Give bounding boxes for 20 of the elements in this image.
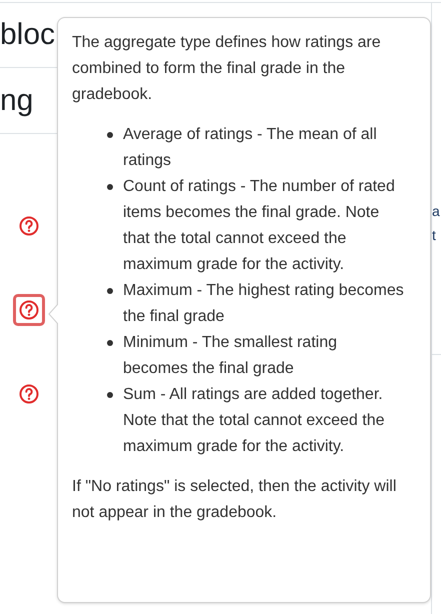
bullet-icon (107, 392, 113, 398)
popover-intro: The aggregate type defines how ratings are combined to form the final grade in the gradebook. (72, 33, 382, 105)
help-icon (18, 300, 38, 320)
bullet-icon (107, 184, 113, 190)
field-label: t (432, 226, 437, 245)
bullet-icon (107, 340, 113, 346)
section-heading: ng (0, 86, 34, 116)
page-heading: bloc (0, 20, 56, 50)
help-icon (18, 216, 38, 236)
bullet-icon (107, 288, 113, 294)
list-item-text: Average of ratings - The mean of all ratings (123, 126, 377, 169)
list-item-text: Minimum - The smallest rating becomes the final grade (123, 334, 337, 377)
list-item-text: Maximum - The highest rating becomes the final grade (123, 282, 404, 325)
list-item-text: Count of ratings - The number of rated items becomes the final grade. Note that the total cannot exceed the maximum grade for the activity. (123, 178, 395, 273)
list-item-text: Sum - All ratings are added together. Note that the total cannot exceed the maximum grade for the activity. (123, 386, 385, 455)
help-icon (18, 384, 38, 404)
field-label: a (432, 202, 441, 221)
bullet-icon (107, 132, 113, 138)
popover-note: If "No ratings" is selected, then the activity will not appear in the gradebook. (72, 477, 398, 523)
help-button[interactable] (12, 294, 44, 326)
